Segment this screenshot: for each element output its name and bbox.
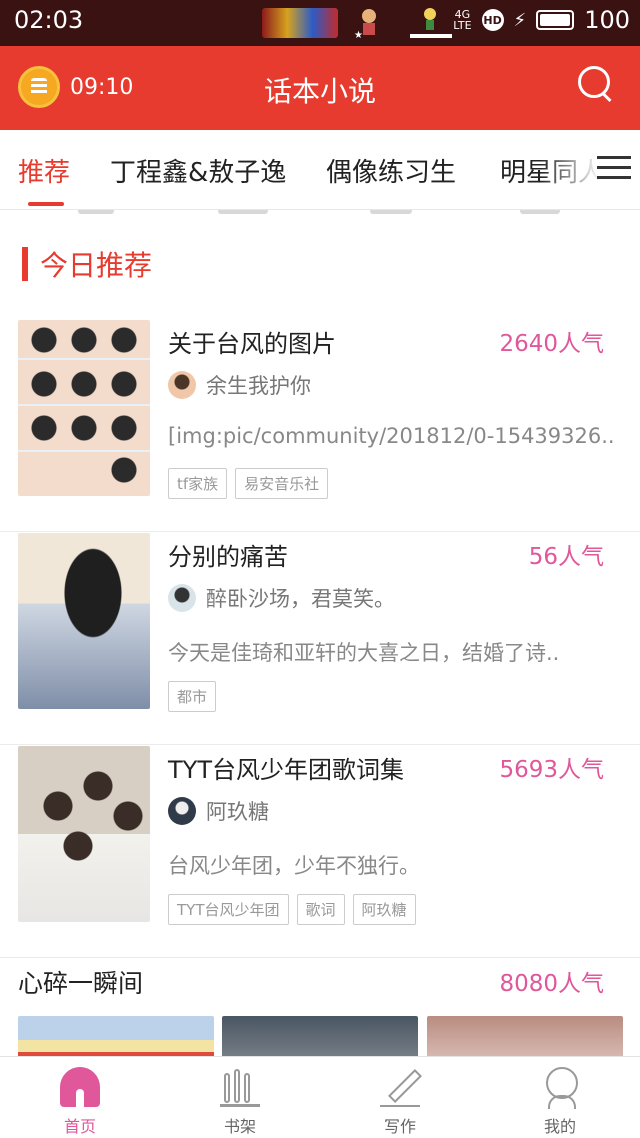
tag-list: TYT台风少年团 歌词 阿玖糖: [168, 894, 416, 925]
tag[interactable]: 阿玖糖: [352, 894, 416, 925]
book-card[interactable]: 分别的痛苦 56人气 醉卧沙场，君莫笑。 今天是佳琦和亚轩的大喜之日，结婚了诗.…: [0, 533, 640, 745]
nav-label: 书架: [223, 1117, 256, 1136]
nav-write[interactable]: 写作: [340, 1067, 460, 1137]
profile-icon: [540, 1067, 580, 1109]
popularity: 8080人气: [499, 971, 604, 997]
active-tab-indicator: [28, 202, 64, 206]
feature-image: [222, 1016, 418, 1060]
tag[interactable]: tf家族: [168, 468, 228, 499]
avatar: [168, 371, 196, 399]
popularity: 56人气: [528, 544, 604, 570]
bookshelf-icon: [220, 1067, 260, 1107]
book-cover: [18, 746, 150, 922]
menu-icon[interactable]: [597, 154, 631, 182]
book-description: 今天是佳琦和亚轩的大喜之日，结婚了诗..: [168, 641, 560, 665]
tab-idol-trainee[interactable]: 偶像练习生: [326, 152, 456, 189]
app-header: 09:10 话本小说: [0, 46, 640, 130]
book-description: 台风少年团，少年不独行。: [168, 854, 420, 878]
notification-character-icon: ★: [352, 6, 386, 41]
book-card[interactable]: TYT台风少年团歌词集 5693人气 阿玖糖 台风少年团，少年不独行。 TYT台…: [0, 746, 640, 958]
battery-icon: [536, 10, 575, 30]
status-bar: 02:03 ★ 4G LTE HD ⚡ 100: [0, 0, 640, 46]
book-cover: [18, 533, 150, 709]
section-title: 今日推荐: [40, 249, 153, 282]
nav-me[interactable]: 我的: [500, 1067, 620, 1137]
book-title: 分别的痛苦: [168, 543, 288, 571]
status-right: 4G LTE HD ⚡ 100: [453, 6, 630, 34]
category-tabs: 推荐 丁程鑫&敖子逸 偶像练习生 明星同人: [0, 130, 640, 210]
page-title: 话本小说: [263, 75, 376, 108]
author-name: 余生我护你: [206, 374, 311, 398]
nav-label: 写作: [383, 1117, 416, 1136]
author-name: 醉卧沙场，君莫笑。: [206, 587, 395, 611]
status-time: 02:03: [14, 6, 84, 34]
battery-level: 100: [584, 6, 630, 34]
tab-recommend[interactable]: 推荐: [18, 152, 70, 189]
tag[interactable]: 易安音乐社: [235, 468, 329, 499]
nav-label: 我的: [543, 1117, 576, 1136]
author: 醉卧沙场，君莫笑。: [168, 583, 395, 613]
hd-icon: HD: [481, 9, 504, 31]
tag[interactable]: 歌词: [296, 894, 345, 925]
feature-image: [427, 1016, 623, 1060]
search-icon[interactable]: [578, 66, 614, 106]
book-title: TYT台风少年团歌词集: [168, 756, 404, 784]
book-card[interactable]: 关于台风的图片 2640人气 余生我护你 [img:pic/community/…: [0, 320, 640, 532]
book-title: 关于台风的图片: [168, 330, 336, 358]
section-marker: [22, 247, 28, 281]
notification-game-icon: [262, 8, 338, 38]
charging-icon: ⚡: [513, 9, 527, 31]
tag-list: tf家族 易安音乐社: [168, 468, 329, 499]
author: 阿玖糖: [168, 796, 269, 826]
avatar: [168, 584, 196, 612]
pen-icon: [380, 1067, 420, 1107]
section-heading: 今日推荐: [22, 244, 152, 284]
avatar: [168, 797, 196, 825]
popularity: 5693人气: [499, 757, 604, 783]
book-cover: [18, 320, 150, 496]
tag[interactable]: TYT台风少年团: [168, 894, 289, 925]
network-icon: 4G LTE: [453, 8, 472, 32]
popularity: 2640人气: [499, 331, 604, 357]
nav-label: 首页: [63, 1117, 96, 1136]
tab-ding-ao[interactable]: 丁程鑫&敖子逸: [110, 152, 286, 189]
nav-bookshelf[interactable]: 书架: [180, 1067, 300, 1137]
scrolled-content-edge: [0, 210, 640, 220]
nav-home[interactable]: 首页: [20, 1067, 140, 1137]
svg-text:★: ★: [354, 30, 363, 40]
tag[interactable]: 都市: [168, 681, 217, 712]
feature-card[interactable]: 心碎一瞬间 8080人气: [0, 940, 640, 1060]
tag-list: 都市: [168, 681, 217, 712]
author: 余生我护你: [168, 370, 311, 400]
notification-runner-icon: [408, 6, 454, 40]
bottom-nav: 首页 书架 写作 我的: [0, 1056, 640, 1138]
feature-image: [18, 1016, 214, 1060]
home-icon: [60, 1067, 100, 1107]
book-description: [img:pic/community/201812/0-15439326..: [168, 424, 615, 448]
feature-title: 心碎一瞬间: [18, 969, 144, 998]
author-name: 阿玖糖: [206, 800, 269, 824]
